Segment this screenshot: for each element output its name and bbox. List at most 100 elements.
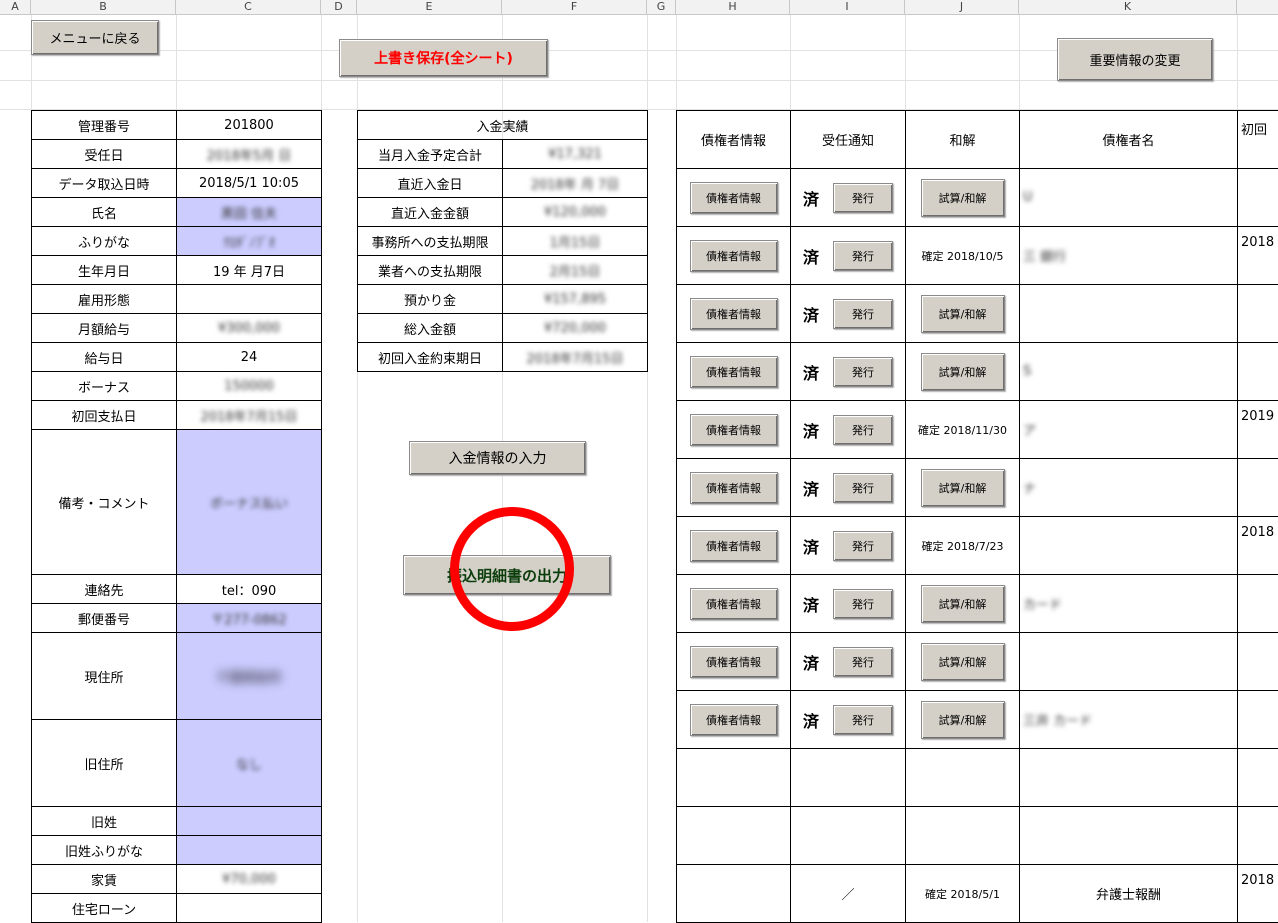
value-postal[interactable]: 〒277-0862 bbox=[177, 604, 322, 633]
creditor-info-cell: 債権者情報 bbox=[677, 575, 791, 633]
fee-settlement-cell[interactable]: 確定 2018/5/1 bbox=[906, 865, 1020, 923]
back-to-menu-button[interactable]: メニューに戻る bbox=[31, 20, 159, 55]
creditor-extra-cell[interactable] bbox=[1238, 343, 1278, 401]
deposit-value-total[interactable]: ¥720,000 bbox=[503, 314, 648, 343]
creditor-extra-cell[interactable] bbox=[1238, 575, 1278, 633]
calc-settlement-button[interactable]: 試算/和解 bbox=[921, 295, 1005, 333]
save-all-sheets-button[interactable]: 上書き保存(全シート) bbox=[339, 39, 548, 77]
creditor-name-cell[interactable]: 三井 カード bbox=[1020, 691, 1238, 749]
creditor-extra-cell[interactable] bbox=[1238, 285, 1278, 343]
transfer-statement-output-button[interactable]: 振込明細書の出力 bbox=[403, 555, 611, 595]
issue-button[interactable]: 発行 bbox=[833, 589, 893, 619]
fee-info-cell[interactable] bbox=[677, 865, 791, 923]
creditor-info-button[interactable]: 債権者情報 bbox=[690, 646, 778, 678]
calc-settlement-button[interactable]: 試算/和解 bbox=[921, 353, 1005, 391]
value-furigana[interactable]: ｸﾛﾀﾞﾉﾌﾞｵ bbox=[177, 227, 322, 256]
creditor-name-cell[interactable]: U bbox=[1020, 169, 1238, 227]
creditor-extra-cell[interactable] bbox=[1238, 691, 1278, 749]
deposit-input-button[interactable]: 入金情報の入力 bbox=[409, 441, 586, 475]
creditor-name-cell[interactable]: ナ bbox=[1020, 459, 1238, 517]
creditor-name-cell[interactable]: ア bbox=[1020, 401, 1238, 459]
creditor-extra-cell[interactable]: 2018 bbox=[1238, 517, 1278, 575]
creditor-info-button[interactable]: 債権者情報 bbox=[690, 240, 778, 272]
col-header-h[interactable]: H bbox=[676, 0, 790, 14]
col-header-c[interactable]: C bbox=[176, 0, 321, 14]
creditor-name-cell[interactable] bbox=[1020, 633, 1238, 691]
col-header-e[interactable]: E bbox=[357, 0, 502, 14]
value-name[interactable]: 黒田 信夫 bbox=[177, 198, 322, 227]
calc-settlement-button[interactable]: 試算/和解 bbox=[921, 643, 1005, 681]
creditor-name-cell[interactable] bbox=[1020, 285, 1238, 343]
deposit-value-last-amount[interactable]: ¥120,000 bbox=[503, 198, 648, 227]
deposit-value-monthly[interactable]: ¥17,321 bbox=[503, 140, 648, 169]
value-salary[interactable]: ¥300,000 bbox=[177, 314, 322, 343]
issue-button[interactable]: 発行 bbox=[833, 357, 893, 387]
creditor-extra-cell[interactable]: 2018 bbox=[1238, 227, 1278, 285]
issue-button[interactable]: 発行 bbox=[833, 299, 893, 329]
creditor-name-cell[interactable]: 三 銀行 bbox=[1020, 227, 1238, 285]
deposit-value-first-promise[interactable]: 2018年7月15日 bbox=[503, 343, 648, 372]
col-header-g[interactable]: G bbox=[647, 0, 676, 14]
creditor-info-cell: 債権者情報 bbox=[677, 401, 791, 459]
issue-button[interactable]: 発行 bbox=[833, 531, 893, 561]
creditor-info-button[interactable]: 債権者情報 bbox=[690, 588, 778, 620]
col-header-i[interactable]: I bbox=[790, 0, 905, 14]
value-comment[interactable]: ボーナス払い bbox=[177, 430, 322, 575]
creditor-info-button[interactable]: 債権者情報 bbox=[690, 704, 778, 736]
col-header-b[interactable]: B bbox=[31, 0, 176, 14]
calc-settlement-button[interactable]: 試算/和解 bbox=[921, 469, 1005, 507]
deposit-value-last-date[interactable]: 2018年 月 7日 bbox=[503, 169, 648, 198]
value-import-date[interactable]: 2018/5/1 10:05 bbox=[177, 169, 322, 198]
issue-button[interactable]: 発行 bbox=[833, 647, 893, 677]
issue-button[interactable]: 発行 bbox=[833, 241, 893, 271]
calc-settlement-button[interactable]: 試算/和解 bbox=[921, 585, 1005, 623]
creditor-info-button[interactable]: 債権者情報 bbox=[690, 530, 778, 562]
issue-button[interactable]: 発行 bbox=[833, 473, 893, 503]
value-rent[interactable]: ¥70,000 bbox=[177, 865, 322, 894]
deposit-value-held[interactable]: ¥157,895 bbox=[503, 285, 648, 314]
col-header-l[interactable] bbox=[1237, 0, 1278, 14]
col-header-j[interactable]: J bbox=[905, 0, 1019, 14]
calc-settlement-button[interactable]: 試算/和解 bbox=[921, 179, 1005, 217]
col-header-d[interactable]: D bbox=[321, 0, 357, 14]
change-important-info-button[interactable]: 重要情報の変更 bbox=[1057, 38, 1213, 81]
issue-button[interactable]: 発行 bbox=[833, 705, 893, 735]
creditor-extra-cell[interactable] bbox=[1238, 169, 1278, 227]
value-first-payment[interactable]: 2018年7月15日 bbox=[177, 401, 322, 430]
fee-notice-cell[interactable]: ／ bbox=[791, 865, 906, 923]
creditor-info-button[interactable]: 債権者情報 bbox=[690, 472, 778, 504]
col-header-k[interactable]: K bbox=[1019, 0, 1237, 14]
value-housing-loan[interactable] bbox=[177, 894, 322, 923]
creditor-extra-cell[interactable]: 2019 bbox=[1238, 401, 1278, 459]
value-old-address[interactable]: なし bbox=[177, 720, 322, 807]
fee-name-cell[interactable]: 弁護士報酬 bbox=[1020, 865, 1238, 923]
value-payday[interactable]: 24 bbox=[177, 343, 322, 372]
creditor-extra-cell[interactable] bbox=[1238, 633, 1278, 691]
value-bonus[interactable]: 150000 bbox=[177, 372, 322, 401]
debtor-info-table: 管理番号201800 受任日2018年5月 日 データ取込日時2018/5/1 … bbox=[31, 110, 322, 923]
creditor-info-button[interactable]: 債権者情報 bbox=[690, 414, 778, 446]
value-juninbi[interactable]: 2018年5月 日 bbox=[177, 140, 322, 169]
deposit-value-vendor-deadline[interactable]: 2月15日 bbox=[503, 256, 648, 285]
value-old-surname-kana[interactable] bbox=[177, 836, 322, 865]
creditor-info-button[interactable]: 債権者情報 bbox=[690, 356, 778, 388]
creditor-extra-cell[interactable] bbox=[1238, 459, 1278, 517]
creditor-name-cell[interactable] bbox=[1020, 517, 1238, 575]
deposit-value-office-deadline[interactable]: 1月15日 bbox=[503, 227, 648, 256]
value-address[interactable]: 千葉県柏市 bbox=[177, 633, 322, 720]
col-header-f[interactable]: F bbox=[502, 0, 647, 14]
fee-extra-cell[interactable]: 2018 bbox=[1238, 865, 1278, 923]
creditor-name-cell[interactable]: カード bbox=[1020, 575, 1238, 633]
value-old-surname[interactable] bbox=[177, 807, 322, 836]
calc-settlement-button[interactable]: 試算/和解 bbox=[921, 701, 1005, 739]
creditor-info-button[interactable]: 債権者情報 bbox=[690, 182, 778, 214]
creditor-name-cell[interactable]: S bbox=[1020, 343, 1238, 401]
creditor-info-button[interactable]: 債権者情報 bbox=[690, 298, 778, 330]
col-header-a[interactable]: A bbox=[0, 0, 31, 14]
issue-button[interactable]: 発行 bbox=[833, 415, 893, 445]
value-employment[interactable] bbox=[177, 285, 322, 314]
value-kanri[interactable]: 201800 bbox=[177, 111, 322, 140]
value-birthdate[interactable]: 19 年 月7日 bbox=[177, 256, 322, 285]
value-contact[interactable]: tel：090 bbox=[177, 575, 322, 604]
issue-button[interactable]: 発行 bbox=[833, 183, 893, 213]
